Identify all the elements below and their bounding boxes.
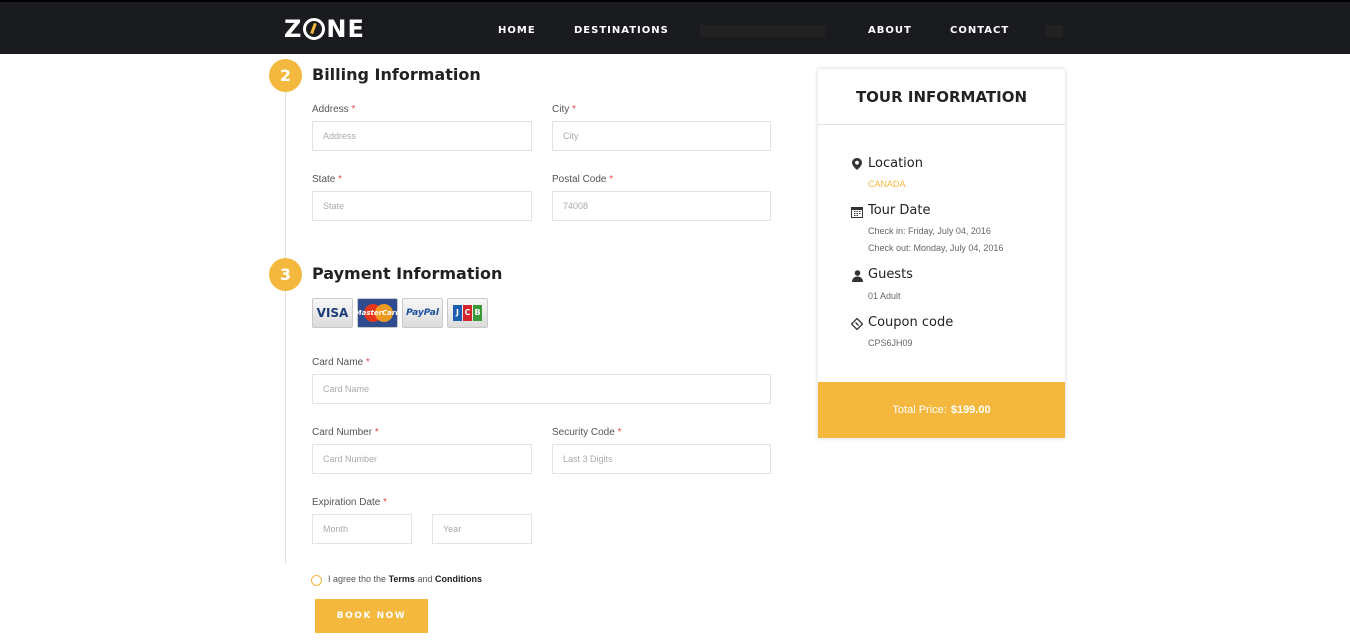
- top-navbar: Z NE HOME DESTINATIONS ABOUT CONTACT: [0, 0, 1350, 54]
- card-number-label: Card Number *: [312, 427, 379, 438]
- guests-value: 01 Adult: [868, 291, 901, 301]
- search-icon[interactable]: [1045, 25, 1063, 37]
- city-input[interactable]: [552, 121, 771, 151]
- security-code-label: Security Code *: [552, 427, 622, 438]
- mastercard-card-icon[interactable]: MasterCard: [355, 298, 400, 328]
- card-name-input[interactable]: [312, 374, 771, 404]
- location-heading: Location: [868, 156, 923, 171]
- tour-date-heading: Tour Date: [868, 203, 931, 218]
- nav-about[interactable]: ABOUT: [868, 25, 912, 36]
- city-label: City *: [552, 104, 576, 115]
- total-price-value: $199.00: [950, 404, 991, 416]
- nav-hidden-items: [700, 25, 825, 37]
- postal-code-input[interactable]: [552, 191, 771, 221]
- expiration-year-input[interactable]: [432, 514, 532, 544]
- check-in-text: Check in: Friday, July 04, 2016: [868, 226, 991, 236]
- location-value: CANADA: [868, 179, 906, 189]
- total-price-bar: Total Price: $199.00: [818, 382, 1065, 438]
- agree-terms-text: I agree tho the Terms and Conditions: [328, 574, 482, 584]
- step-badge-billing: 2: [269, 59, 302, 92]
- state-input[interactable]: [312, 191, 532, 221]
- payment-card-logos: VISA MasterCard PayPal JCB: [312, 298, 488, 328]
- security-code-input[interactable]: [552, 444, 771, 474]
- map-marker-icon: [851, 158, 863, 170]
- step-badge-payment: 3: [269, 258, 302, 291]
- postal-code-label: Postal Code *: [552, 174, 614, 185]
- agree-terms-checkbox[interactable]: [311, 575, 322, 586]
- nav-contact[interactable]: CONTACT: [950, 25, 1009, 36]
- zone-logo[interactable]: Z NE: [284, 15, 365, 43]
- tour-information-title: TOUR INFORMATION: [818, 69, 1065, 125]
- expiration-date-label: Expiration Date *: [312, 497, 388, 508]
- billing-title: Billing Information: [312, 65, 481, 84]
- user-icon: [851, 270, 863, 282]
- card-number-input[interactable]: [312, 444, 532, 474]
- guests-heading: Guests: [868, 267, 913, 282]
- terms-link[interactable]: Terms: [389, 574, 415, 584]
- book-now-button[interactable]: BOOK NOW: [315, 599, 428, 633]
- nav-home[interactable]: HOME: [498, 25, 536, 36]
- check-out-text: Check out: Monday, July 04, 2016: [868, 243, 1004, 253]
- state-label: State *: [312, 174, 343, 185]
- steps-timeline-line: [285, 90, 286, 564]
- expiration-month-input[interactable]: [312, 514, 412, 544]
- visa-card-icon[interactable]: VISA: [312, 298, 353, 328]
- total-price-label: Total Price:: [892, 404, 947, 416]
- logo-text-left: Z: [284, 15, 303, 43]
- calendar-icon: [851, 206, 863, 218]
- coupon-code-value: CPS6JH09: [868, 338, 913, 348]
- paypal-card-icon[interactable]: PayPal: [402, 298, 443, 328]
- jcb-card-icon[interactable]: JCB: [447, 298, 488, 328]
- nav-destinations[interactable]: DESTINATIONS: [574, 25, 669, 36]
- conditions-link[interactable]: Conditions: [435, 574, 482, 584]
- coupon-code-heading: Coupon code: [868, 315, 954, 330]
- payment-title: Payment Information: [312, 264, 503, 283]
- logo-text-right: NE: [326, 15, 365, 43]
- address-label: Address *: [312, 104, 356, 115]
- card-name-label: Card Name *: [312, 357, 370, 368]
- logo-bolt-icon: [303, 18, 326, 40]
- tour-information-panel: TOUR INFORMATION Location CANADA Tour Da…: [818, 69, 1065, 438]
- ticket-icon: [850, 317, 864, 331]
- address-input[interactable]: [312, 121, 532, 151]
